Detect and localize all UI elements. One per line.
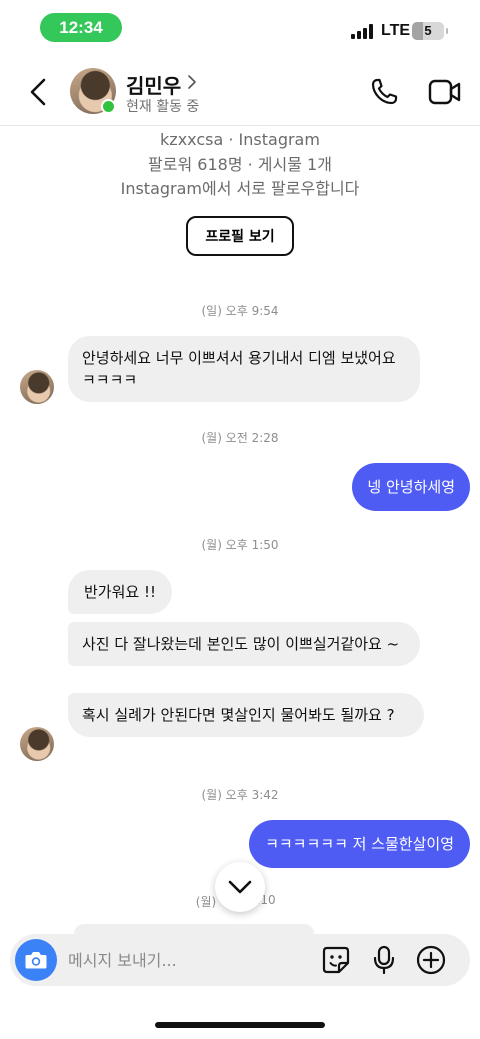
message-timestamp: (월) 오후 3:42 [201, 788, 279, 802]
chat-header: 김민우 현재 활동 중 [0, 58, 480, 126]
message-input[interactable] [68, 934, 308, 986]
incoming-message[interactable]: 안녕하세요 너무 이쁘셔서 용기내서 디엠 보냈어요 ㅋㅋㅋㅋ [68, 336, 420, 402]
contact-name[interactable]: 김민우 [126, 70, 181, 99]
message-composer [10, 934, 470, 986]
video-camera-icon[interactable] [428, 78, 462, 106]
chevron-down-icon [228, 880, 252, 894]
phone-icon[interactable] [369, 77, 399, 107]
sticker-icon[interactable] [322, 946, 350, 974]
profile-handle: kzxxcsa · Instagram [160, 130, 320, 149]
battery-icon: 5 [412, 22, 448, 40]
chevron-left-icon[interactable] [26, 76, 52, 108]
incoming-message[interactable]: 반가워요 !! [68, 570, 172, 614]
message-timestamp: (월) 오전 2:28 [201, 431, 279, 445]
outgoing-message[interactable]: ㅋㅋㅋㅋㅋㅋ 저 스물한살이영 [249, 820, 470, 868]
message-timestamp: (일) 오후 9:54 [201, 304, 279, 318]
incoming-message-partial [74, 924, 314, 934]
incoming-message[interactable]: 혹시 실례가 안된다면 몇살인지 물어봐도 될까요 ? [68, 693, 424, 737]
cellular-signal-icon [351, 24, 375, 39]
chevron-right-icon[interactable] [187, 74, 197, 90]
view-profile-button[interactable]: 프로필 보기 [186, 216, 294, 256]
profile-stats: 팔로워 618명 · 게시물 1개 [148, 154, 332, 174]
microphone-icon[interactable] [372, 945, 396, 975]
profile-mutual-follow: Instagram에서 서로 팔로우합니다 [120, 179, 360, 198]
scroll-to-bottom-button[interactable] [215, 862, 265, 912]
camera-icon [25, 952, 47, 969]
home-indicator [155, 1022, 325, 1028]
network-type: LTE [381, 22, 411, 39]
incoming-message[interactable]: 사진 다 잘나왔는데 본인도 많이 이쁘실거같아요 ~ [68, 622, 420, 666]
presence-status: 현재 활동 중 [126, 99, 200, 115]
avatar[interactable] [20, 370, 54, 404]
avatar[interactable] [20, 727, 54, 761]
status-time: 12:34 [40, 13, 122, 42]
plus-circle-icon[interactable] [416, 945, 446, 975]
online-status-dot [101, 99, 116, 114]
message-timestamp: (월) 오후 1:50 [201, 538, 279, 552]
camera-button[interactable] [15, 939, 57, 981]
battery-level: 5 [424, 23, 432, 38]
status-bar: 12:34 LTE 5 [0, 0, 480, 56]
outgoing-message[interactable]: 넹 안녕하세영 [352, 463, 470, 511]
profile-summary: kzxxcsa · Instagram 팔로워 618명 · 게시물 1개 In… [0, 128, 480, 202]
